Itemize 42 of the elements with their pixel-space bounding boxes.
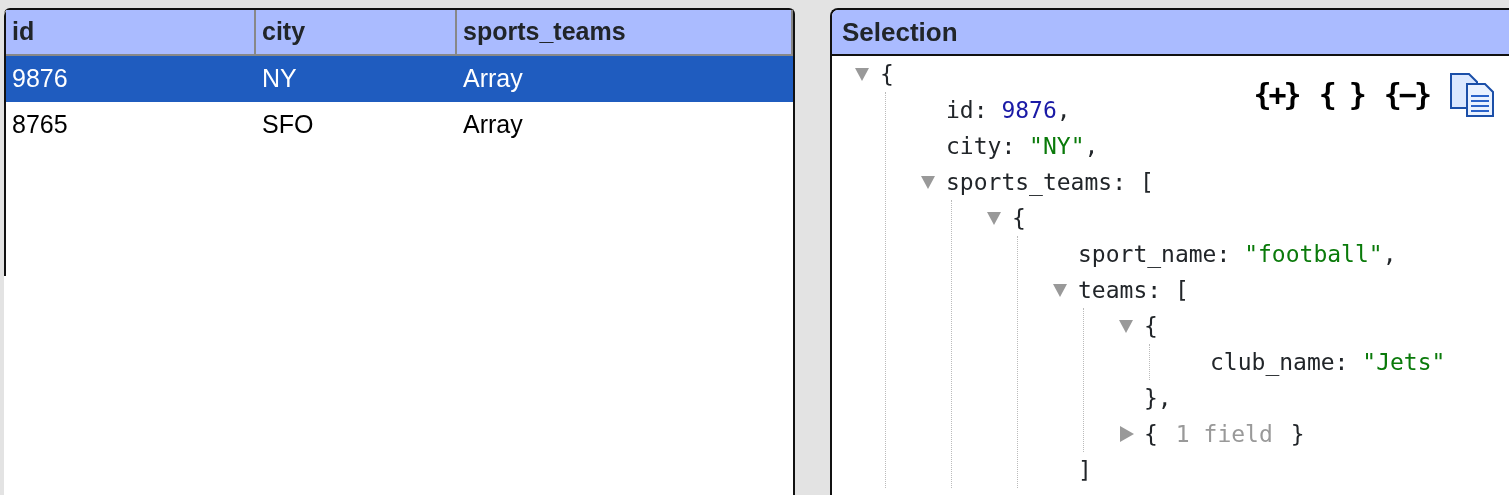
field-key: sports_teams:	[946, 164, 1140, 200]
bracket: {	[1144, 311, 1158, 341]
bracket: },	[1144, 383, 1172, 413]
expanded-toggle-icon[interactable]	[854, 66, 870, 82]
field-key: club_name:	[1210, 344, 1363, 380]
column-header[interactable]: sports_teams	[457, 10, 793, 56]
expanded-toggle-icon[interactable]	[920, 174, 936, 190]
format-button[interactable]: { }	[1318, 80, 1364, 110]
bracket: }	[1290, 419, 1305, 449]
bracket: [	[1174, 275, 1189, 305]
panel-title: Selection	[832, 10, 1509, 56]
column-header[interactable]: id	[6, 10, 256, 56]
field-key: city:	[946, 128, 1030, 164]
collapsed-toggle-icon[interactable]	[1118, 426, 1134, 442]
table-cell[interactable]: Array	[457, 102, 793, 148]
punctuation: ,	[1382, 239, 1397, 269]
field-key: sport_name:	[1078, 236, 1245, 272]
field-key: id:	[946, 92, 1002, 128]
table-cell[interactable]: SFO	[256, 102, 457, 148]
bracket: ]	[1078, 455, 1092, 485]
expanded-toggle-icon[interactable]	[986, 210, 1002, 226]
table-cell[interactable]: 8765	[6, 102, 256, 148]
collapse-all-button[interactable]: {−}	[1383, 80, 1429, 110]
table-cell[interactable]: NY	[256, 56, 457, 102]
table-cell[interactable]: Array	[457, 56, 793, 102]
field-value: "NY"	[1029, 131, 1085, 161]
field-key: teams:	[1078, 272, 1175, 308]
bracket: {	[1144, 419, 1158, 449]
expanded-toggle-icon[interactable]	[1052, 282, 1068, 298]
field-value: "Jets"	[1362, 347, 1446, 377]
expanded-toggle-icon[interactable]	[1118, 318, 1134, 334]
collapsed-summary: 1 field	[1174, 419, 1274, 449]
punctuation: ,	[1084, 131, 1099, 161]
punctuation: ,	[1056, 95, 1071, 125]
table-cell[interactable]: 9876	[6, 56, 256, 102]
bracket: {	[1012, 203, 1026, 233]
column-header[interactable]: city	[256, 10, 457, 56]
field-value: 9876	[1001, 95, 1057, 125]
expand-all-button[interactable]: {+}	[1253, 80, 1299, 110]
bracket: {	[880, 59, 894, 89]
bracket: [	[1139, 167, 1154, 197]
field-value: "football"	[1244, 239, 1383, 269]
